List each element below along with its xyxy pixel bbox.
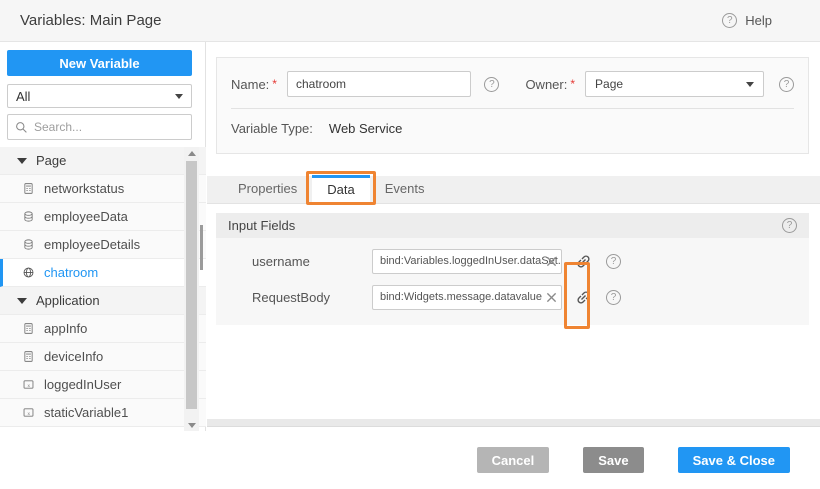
name-label: Name: xyxy=(231,77,269,92)
tree-item-employeeDetails[interactable]: employeeDetails xyxy=(0,231,206,259)
dialog-titlebar: Variables: Main Page ? Help xyxy=(0,0,820,42)
tree-item-label: employeeData xyxy=(44,209,128,224)
field-label: RequestBody xyxy=(252,290,372,305)
tree-group-page[interactable]: Page xyxy=(0,147,206,175)
tree-item-deviceInfo[interactable]: deviceInfo xyxy=(0,343,206,371)
expander-triangle-icon xyxy=(17,158,27,164)
bind-expression: bind:Variables.loggedInUser.dataSet.na xyxy=(373,255,561,267)
web-service-icon xyxy=(22,265,35,280)
variable-type-label: Variable Type: xyxy=(231,121,313,136)
variable-summary-card: Name: * ? Owner: * Page ? Variable Type:… xyxy=(216,57,809,154)
tree-item-label: chatroom xyxy=(44,265,98,280)
variable-type-value: Web Service xyxy=(329,121,402,136)
service-variable-icon xyxy=(22,209,35,224)
detail-tabbar: Properties Data Events xyxy=(207,176,820,204)
required-asterisk: * xyxy=(570,77,575,91)
owner-help-icon[interactable]: ? xyxy=(779,77,794,92)
owner-selected-value: Page xyxy=(595,77,623,91)
bind-expression: bind:Widgets.message.datavalue xyxy=(373,291,561,303)
requestbody-help-icon[interactable]: ? xyxy=(606,290,621,305)
tab-data[interactable]: Data xyxy=(312,175,369,203)
tree-group-application[interactable]: Application xyxy=(0,287,206,315)
tree-item-networkstatus[interactable]: networkstatus xyxy=(0,175,206,203)
owner-label: Owner: xyxy=(525,77,567,92)
tree-item-label: appInfo xyxy=(44,321,87,336)
device-variable-icon xyxy=(22,321,35,336)
input-fields-title: Input Fields xyxy=(228,218,295,233)
bind-link-icon[interactable] xyxy=(572,284,594,310)
caret-down-icon xyxy=(746,82,754,87)
tab-properties[interactable]: Properties xyxy=(223,175,312,203)
name-help-icon[interactable]: ? xyxy=(484,77,499,92)
page-title: Variables: Main Page xyxy=(20,12,161,29)
filter-selected-value: All xyxy=(16,89,30,104)
input-field-row-username: username bind:Variables.loggedInUser.dat… xyxy=(216,243,809,279)
save-and-close-button[interactable]: Save & Close xyxy=(678,447,790,473)
tree-group-label: Application xyxy=(36,293,100,308)
card-divider xyxy=(231,108,794,109)
scroll-up-icon[interactable] xyxy=(184,147,199,159)
caret-down-icon xyxy=(175,94,183,99)
static-variable-icon: x xyxy=(22,377,35,392)
input-fields-section: Input Fields ? username bind:Variables.l… xyxy=(216,213,809,325)
cancel-button[interactable]: Cancel xyxy=(477,447,550,473)
tree-item-chatroom[interactable]: chatroom xyxy=(0,259,206,287)
help-label: Help xyxy=(745,13,772,28)
input-field-row-requestbody: RequestBody bind:Widgets.message.dataval… xyxy=(216,279,809,315)
clear-bind-icon[interactable] xyxy=(543,286,559,309)
field-label: username xyxy=(252,254,372,269)
name-field[interactable] xyxy=(287,71,471,97)
clear-bind-icon[interactable] xyxy=(543,250,559,273)
input-fields-help-icon[interactable]: ? xyxy=(782,218,797,233)
tree-item-label: networkstatus xyxy=(44,181,124,196)
tree-group-label: Page xyxy=(36,153,66,168)
tree-item-label: deviceInfo xyxy=(44,349,103,364)
help-button[interactable]: ? Help xyxy=(722,13,772,28)
input-fields-header: Input Fields ? xyxy=(216,213,809,238)
variables-tree: Page networkstatus employeeData employee… xyxy=(0,147,206,427)
search-input[interactable] xyxy=(34,120,184,134)
tab-data-label: Data xyxy=(327,182,354,197)
requestbody-bind-input[interactable]: bind:Widgets.message.datavalue xyxy=(372,285,562,310)
tab-events[interactable]: Events xyxy=(370,175,440,203)
search-icon xyxy=(15,121,28,134)
static-variable-icon: x xyxy=(22,405,35,420)
horizontal-scrollbar[interactable] xyxy=(207,419,820,426)
help-circle-icon: ? xyxy=(722,13,737,28)
save-button[interactable]: Save xyxy=(583,447,643,473)
scroll-down-icon[interactable] xyxy=(184,419,199,431)
panel-scrollbar-thumb[interactable] xyxy=(200,225,203,270)
tree-item-loggedInUser[interactable]: x loggedInUser xyxy=(0,371,206,399)
variable-search[interactable] xyxy=(7,114,192,140)
tree-item-staticVariable1[interactable]: x staticVariable1 xyxy=(0,399,206,427)
device-variable-icon xyxy=(22,349,35,364)
owner-select[interactable]: Page xyxy=(585,71,764,97)
tree-item-label: staticVariable1 xyxy=(44,405,128,420)
username-help-icon[interactable]: ? xyxy=(606,254,621,269)
tree-item-employeeData[interactable]: employeeData xyxy=(0,203,206,231)
service-variable-icon xyxy=(22,237,35,252)
input-fields-body: username bind:Variables.loggedInUser.dat… xyxy=(216,238,809,325)
tree-item-label: loggedInUser xyxy=(44,377,121,392)
footer-actions: Cancel Save Save & Close xyxy=(477,447,790,473)
bind-link-icon[interactable] xyxy=(572,248,594,274)
expander-triangle-icon xyxy=(17,298,27,304)
variable-filter-select[interactable]: All xyxy=(7,84,192,108)
variables-sidebar: New Variable All Page networkstatus xyxy=(0,42,206,431)
variable-detail-panel: Name: * ? Owner: * Page ? Variable Type:… xyxy=(207,42,820,489)
username-bind-input[interactable]: bind:Variables.loggedInUser.dataSet.na xyxy=(372,249,562,274)
required-asterisk: * xyxy=(272,77,277,91)
tree-scrollbar[interactable] xyxy=(184,147,199,431)
variables-dialog: Variables: Main Page ? Help New Variable… xyxy=(0,0,820,489)
tree-item-label: employeeDetails xyxy=(44,237,140,252)
footer-divider xyxy=(207,426,820,427)
tree-scrollbar-thumb[interactable] xyxy=(186,161,197,409)
tree-item-appInfo[interactable]: appInfo xyxy=(0,315,206,343)
device-variable-icon xyxy=(22,181,35,196)
new-variable-button[interactable]: New Variable xyxy=(7,50,192,76)
